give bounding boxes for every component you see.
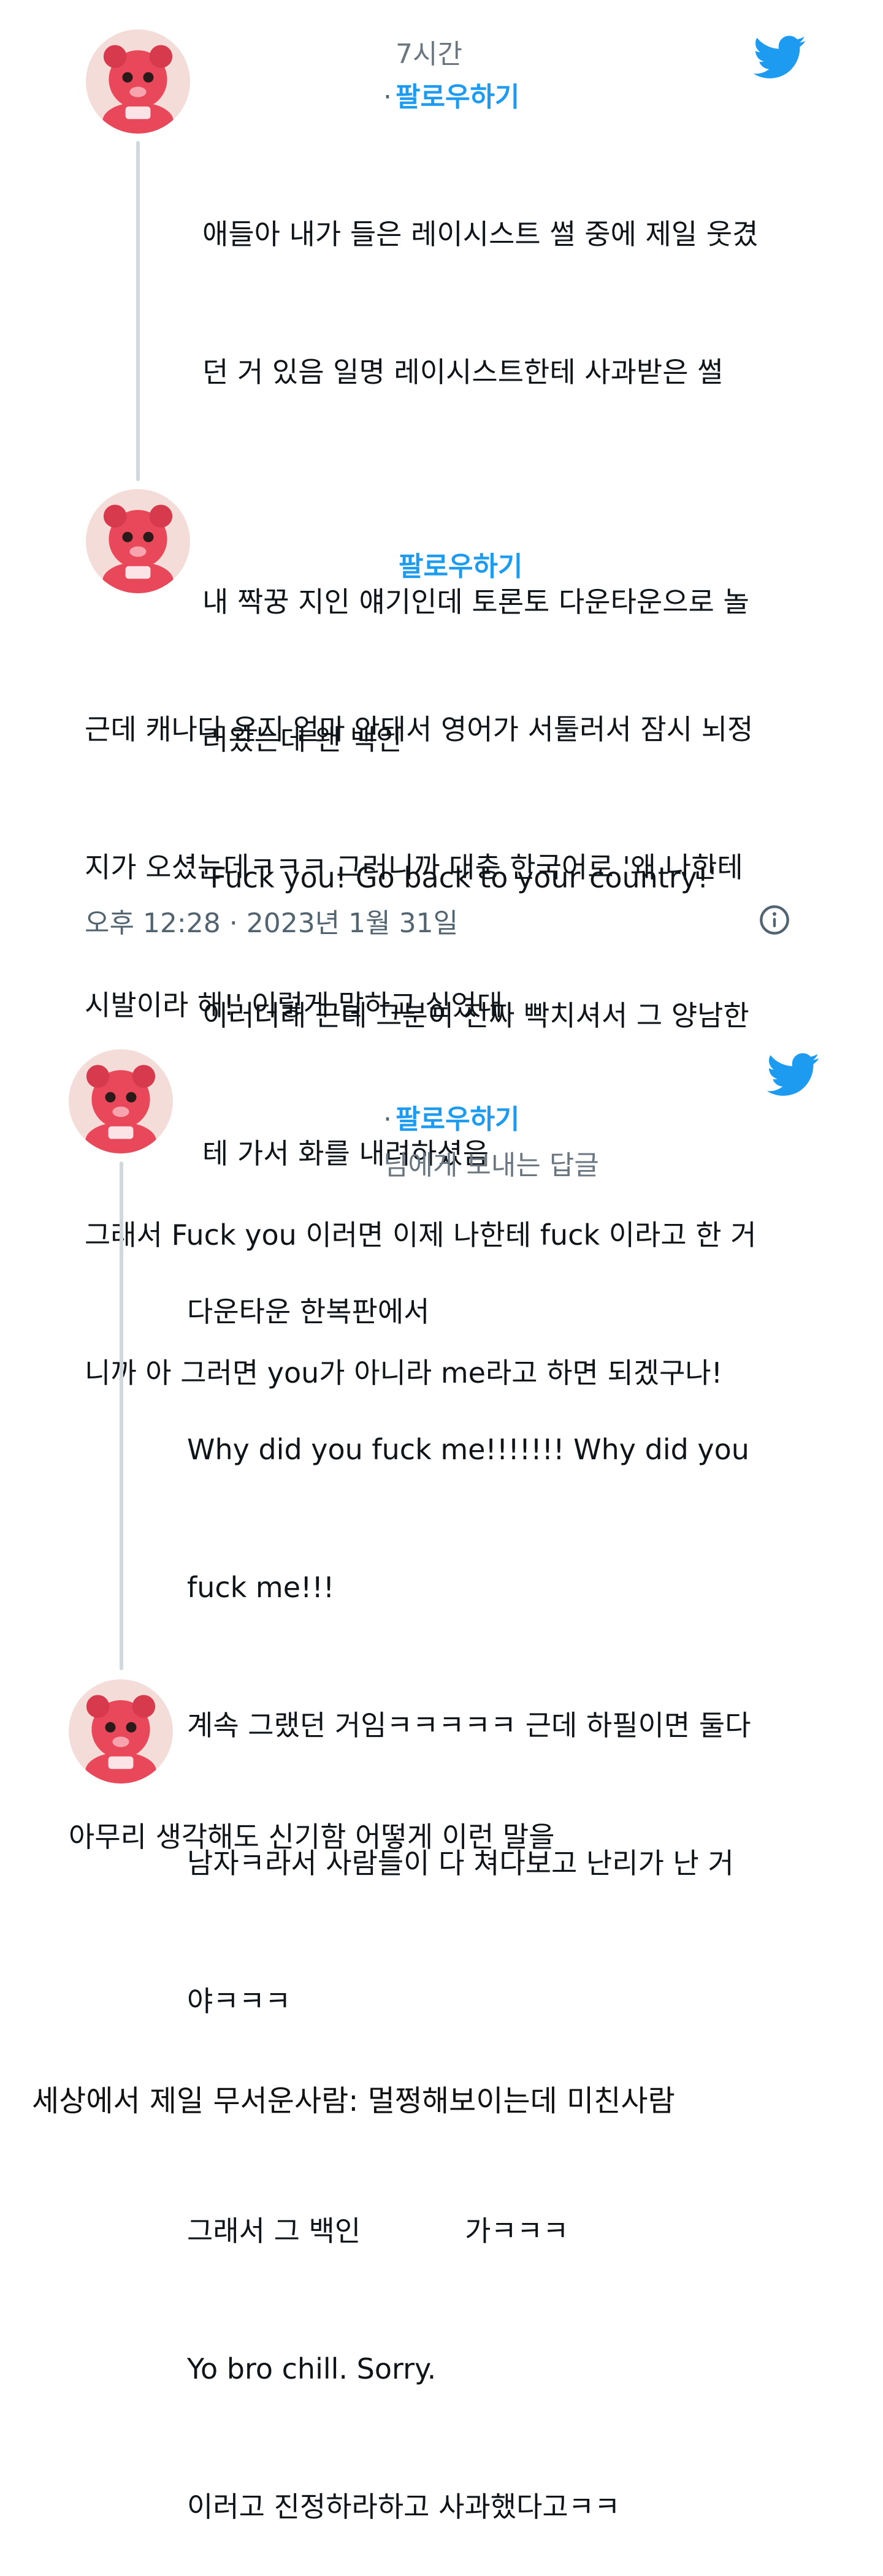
text-line: 이러고 진정하라하고 사과했다고ㅋㅋ [187,2490,621,2523]
thread-line-1 [136,141,140,481]
post2-timestamp[interactable]: 오후 12:28 · 2023년 1월 31일 [85,901,458,940]
twitter-bird-icon [766,1053,820,1097]
text-line: 던 거 있음 일명 레이시스트한테 사과받은 썰 [202,355,724,389]
page-caption: 세상에서 제일 무서운사람: 멀쩡해보이는데 미친사람 [32,2084,675,2118]
text-line: fuck me!!! [187,1571,335,1604]
thread-line-2 [120,1161,123,1670]
post1-time: 7시간 [396,39,462,70]
separator-dot: · [383,1104,392,1135]
avatar-post4[interactable] [69,1679,173,1784]
follow-label: 팔로우하기 [396,82,520,113]
text-line: 야ㅋㅋㅋ [187,1985,291,2018]
follow-label: 팔로우하기 [399,551,523,582]
post2-follow-button[interactable]: 팔로우하기 [399,544,522,583]
post3-follow-button[interactable]: · 팔로우하기 [383,1097,519,1136]
avatar-post2[interactable] [86,489,190,593]
text-line: 애들아 내가 들은 레이시스트 썰 중에 제일 웃겼 [202,218,759,251]
post3-reply-to: 님에게 보내는 답글 [383,1150,599,1181]
post4-text: 아무리 생각해도 신기함 어떻게 이런 말을 [69,1820,555,1853]
separator-dot: · [383,82,392,113]
text-fragment: 가ㅋㅋㅋ [465,2214,569,2247]
text-line: Why did you fuck me!!!!!!! Why did you [187,1433,749,1466]
follow-label: 팔로우하기 [396,1104,520,1135]
text-fragment: 그래서 그 백인 [187,2214,361,2247]
info-icon[interactable] [759,904,790,936]
text-line: 다운타운 한복판에서 [187,1295,430,1328]
avatar-post3[interactable] [69,1049,173,1153]
text-line: 근데 캐나다 온지 얼마 안돼서 영어가 서툴러서 잠시 뇌정 [85,713,754,746]
text-line: Yo bro chill. Sorry. [187,2352,437,2385]
text-line: 지가 오셨는데ㅋㅋㅋ 그러니까 대충 한국어로 '왜 나한테 [85,851,743,884]
post1-follow-button[interactable]: · 팔로우하기 [383,75,519,114]
twitter-bird-icon [753,36,807,80]
text-line: 그래서 그 백인 가ㅋㅋㅋ [187,2208,849,2254]
avatar-post1[interactable] [86,29,190,134]
post3-text: 다운타운 한복판에서 Why did you fuck me!!!!!!! Wh… [187,1197,849,2576]
text-line: 계속 그랬던 거임ㅋㅋㅋㅋㅋ 근데 하필이면 둘다 [187,1709,751,1742]
text-line: 시발이라 해!' 이렇게 말하고 싶었대 [85,989,503,1022]
